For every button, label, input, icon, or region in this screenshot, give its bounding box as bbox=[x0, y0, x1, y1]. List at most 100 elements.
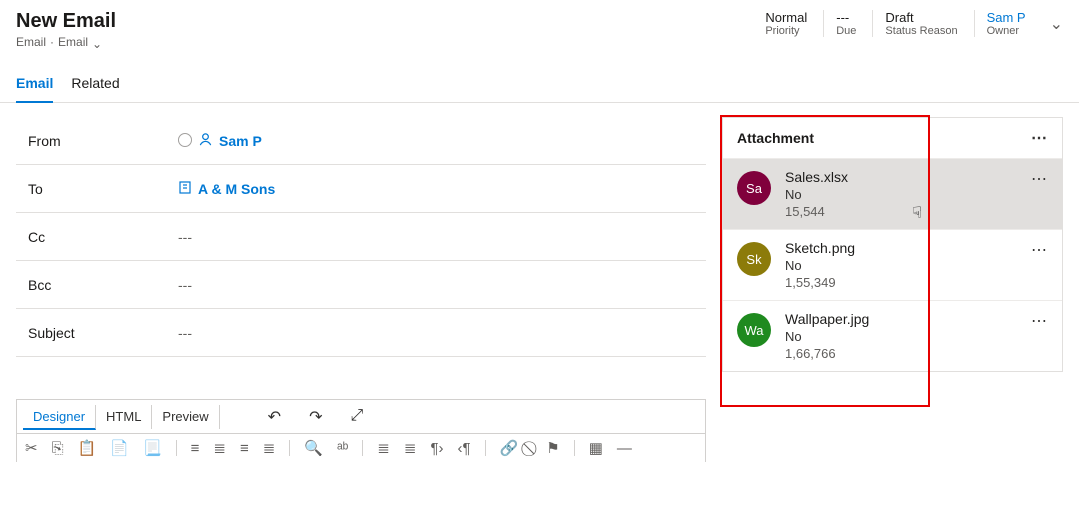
chevron-down-icon[interactable]: ⌄ bbox=[92, 33, 102, 51]
main-tabs: Email Related bbox=[0, 59, 1079, 103]
align-left-icon[interactable]: ≡ bbox=[191, 441, 200, 456]
to-label: To bbox=[28, 181, 178, 197]
paste-word-icon[interactable]: 📃 bbox=[143, 441, 162, 456]
cc-value[interactable]: --- bbox=[178, 229, 192, 245]
field-subject[interactable]: Subject --- bbox=[16, 309, 706, 357]
table-icon[interactable]: ▦ bbox=[589, 441, 603, 456]
editor-tabs-row: Designer HTML Preview ↶ ↷ ⤢ bbox=[17, 400, 705, 434]
separator bbox=[574, 440, 575, 456]
field-bcc[interactable]: Bcc --- bbox=[16, 261, 706, 309]
hr-icon[interactable]: — bbox=[617, 441, 632, 456]
attachment-item-more-icon[interactable]: ⋯ bbox=[1031, 169, 1048, 189]
attachment-info: Sketch.png No 1,55,349 bbox=[785, 240, 855, 290]
ltr-icon[interactable]: ¶› bbox=[430, 441, 443, 456]
editor-tab-designer[interactable]: Designer bbox=[23, 405, 96, 430]
avatar: Wa bbox=[737, 313, 771, 347]
paste-icon[interactable]: 📋 bbox=[78, 441, 97, 456]
status-owner[interactable]: Sam P Owner bbox=[974, 10, 1030, 37]
status-reason[interactable]: Draft Status Reason bbox=[872, 10, 961, 37]
attachment-name: Sales.xlsx bbox=[785, 169, 848, 185]
editor-global-actions: ↶ ↷ ⤢ bbox=[268, 407, 364, 427]
editor-tab-html[interactable]: HTML bbox=[96, 405, 152, 429]
avatar: Sa bbox=[737, 171, 771, 205]
attachment-info: Wallpaper.jpg No 1,66,766 bbox=[785, 311, 869, 361]
breadcrumb-sep: · bbox=[50, 35, 54, 49]
main-content: From Sam P To A & M Sons Cc --- bbox=[0, 103, 1079, 462]
attachment-size: 1,55,349 bbox=[785, 275, 855, 290]
status-priority-label: Priority bbox=[765, 25, 807, 37]
editor-tabs: Designer HTML Preview bbox=[23, 405, 220, 429]
attachment-flag: No bbox=[785, 329, 869, 344]
redo-icon[interactable]: ↷ bbox=[309, 407, 322, 427]
field-cc[interactable]: Cc --- bbox=[16, 213, 706, 261]
cc-label: Cc bbox=[28, 229, 178, 245]
undo-icon[interactable]: ↶ bbox=[268, 407, 281, 427]
editor-toolbar: ✂ ⎘ 📋 📄 📃 ≡ ≣ ≡ ≣ 🔍 ᵃᵇ ≣ ≣ ¶› ‹¶ 🔗 bbox=[17, 434, 705, 462]
separator bbox=[362, 440, 363, 456]
list-bullet-icon[interactable]: ≣ bbox=[377, 441, 390, 456]
bcc-label: Bcc bbox=[28, 277, 178, 293]
attachment-info: Sales.xlsx No 15,544 bbox=[785, 169, 848, 219]
editor: Designer HTML Preview ↶ ↷ ⤢ ✂ ⎘ 📋 📄 📃 ≡ … bbox=[16, 399, 706, 462]
breadcrumb: Email · Email ⌄ bbox=[16, 33, 116, 51]
replace-icon[interactable]: ᵃᵇ bbox=[337, 441, 348, 456]
from-value[interactable]: Sam P bbox=[178, 132, 262, 150]
to-value[interactable]: A & M Sons bbox=[178, 180, 275, 197]
building-icon bbox=[178, 180, 192, 197]
breadcrumb-entity2[interactable]: Email bbox=[58, 35, 88, 49]
header-right: Normal Priority --- Due Draft Status Rea… bbox=[753, 10, 1063, 37]
to-text: A & M Sons bbox=[198, 181, 275, 197]
editor-tab-preview[interactable]: Preview bbox=[152, 405, 219, 429]
clock-icon bbox=[178, 132, 192, 149]
from-label: From bbox=[28, 133, 178, 149]
status-priority[interactable]: Normal Priority bbox=[753, 10, 811, 37]
attachment-item[interactable]: Sk Sketch.png No 1,55,349 ⋯ bbox=[723, 229, 1062, 300]
attachment-more-icon[interactable]: ⋯ bbox=[1031, 128, 1048, 148]
attachment-size: 1,66,766 bbox=[785, 346, 869, 361]
tab-related[interactable]: Related bbox=[71, 75, 119, 102]
status-due[interactable]: --- Due bbox=[823, 10, 860, 37]
attachment-header: Attachment ⋯ bbox=[723, 118, 1062, 158]
subject-label: Subject bbox=[28, 325, 178, 341]
field-to[interactable]: To A & M Sons bbox=[16, 165, 706, 213]
status-due-label: Due bbox=[836, 25, 856, 37]
paste-text-icon[interactable]: 📄 bbox=[110, 441, 129, 456]
from-text: Sam P bbox=[219, 133, 262, 149]
cut-icon[interactable]: ✂ bbox=[25, 441, 38, 456]
justify-icon[interactable]: ≣ bbox=[263, 441, 276, 456]
status-reason-label: Status Reason bbox=[885, 25, 957, 37]
bcc-value[interactable]: --- bbox=[178, 277, 192, 293]
header-left: New Email Email · Email ⌄ bbox=[16, 10, 116, 51]
separator bbox=[176, 440, 177, 456]
subject-value[interactable]: --- bbox=[178, 325, 192, 341]
attachment-panel: Attachment ⋯ Sa Sales.xlsx No 15,544 ⋯ ☟… bbox=[722, 117, 1063, 372]
breadcrumb-entity1: Email bbox=[16, 35, 46, 49]
attachment-item-more-icon[interactable]: ⋯ bbox=[1031, 311, 1048, 331]
attachment-item-more-icon[interactable]: ⋯ bbox=[1031, 240, 1048, 260]
align-right-icon[interactable]: ≡ bbox=[240, 441, 249, 456]
expand-icon[interactable]: ⤢ bbox=[350, 407, 363, 427]
avatar: Sk bbox=[737, 242, 771, 276]
link-icon[interactable]: 🔗 bbox=[500, 441, 519, 456]
attachment-flag: No bbox=[785, 258, 855, 273]
field-from[interactable]: From Sam P bbox=[16, 117, 706, 165]
rtl-icon[interactable]: ‹¶ bbox=[458, 441, 471, 456]
tab-email[interactable]: Email bbox=[16, 75, 53, 103]
attachment-item[interactable]: Sa Sales.xlsx No 15,544 ⋯ ☟ bbox=[723, 158, 1062, 229]
status-priority-value: Normal bbox=[765, 10, 807, 25]
copy-icon[interactable]: ⎘ bbox=[52, 441, 64, 456]
search-icon[interactable]: 🔍 bbox=[304, 441, 323, 456]
status-owner-value: Sam P bbox=[987, 10, 1026, 25]
list-number-icon[interactable]: ≣ bbox=[404, 441, 417, 456]
chevron-down-icon[interactable]: ⌄ bbox=[1042, 14, 1063, 34]
email-form: From Sam P To A & M Sons Cc --- bbox=[16, 117, 706, 462]
cursor-icon: ☟ bbox=[912, 203, 922, 223]
align-center-icon[interactable]: ≣ bbox=[213, 441, 226, 456]
flag-icon[interactable]: ⚑ bbox=[546, 441, 559, 456]
page-title: New Email bbox=[16, 10, 116, 33]
attachment-item[interactable]: Wa Wallpaper.jpg No 1,66,766 ⋯ bbox=[723, 300, 1062, 371]
status-owner-label: Owner bbox=[987, 25, 1026, 37]
attachment-panel-wrap: Attachment ⋯ Sa Sales.xlsx No 15,544 ⋯ ☟… bbox=[722, 117, 1063, 462]
attachment-name: Wallpaper.jpg bbox=[785, 311, 869, 327]
attachment-size: 15,544 bbox=[785, 204, 848, 219]
